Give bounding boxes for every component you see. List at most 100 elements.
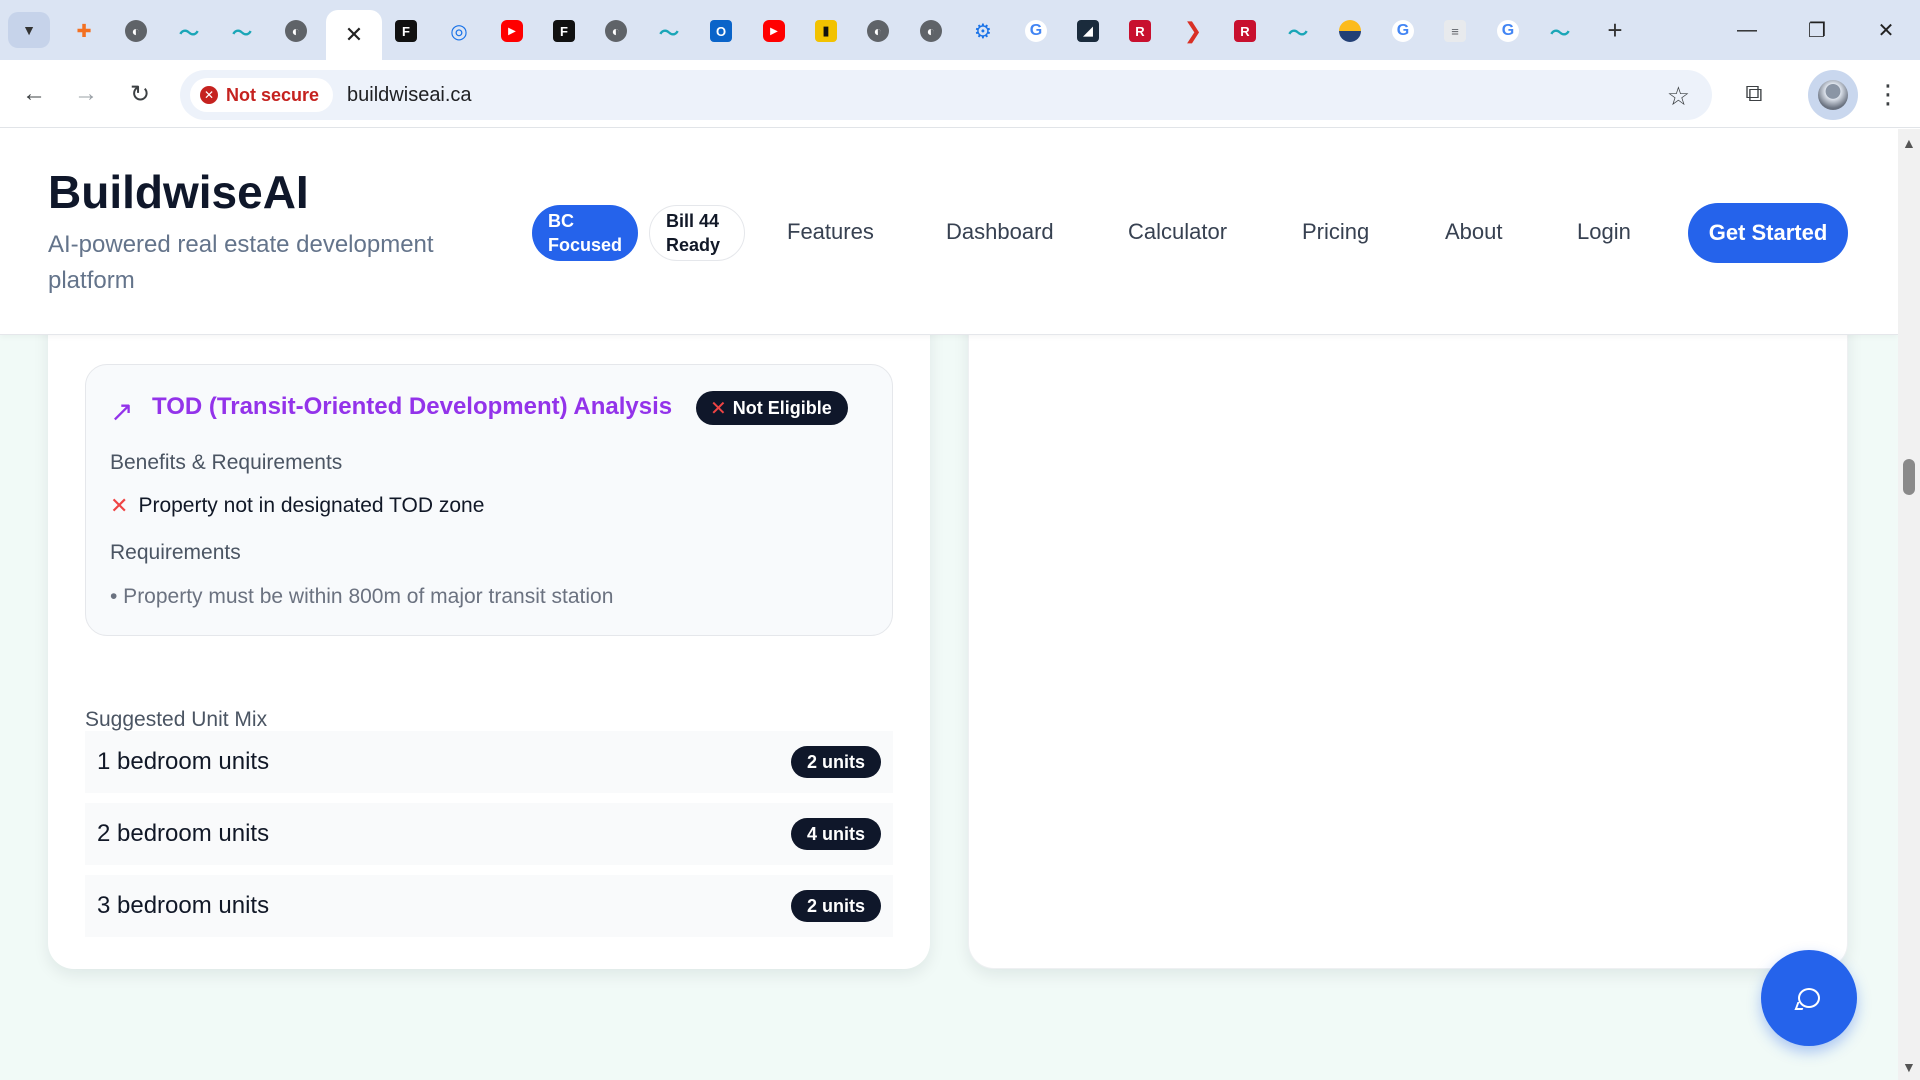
framer-icon: F [553,20,575,42]
tab-strip: ▼ ✚ ◐ 〜 〜 ◐ ✕ F ◎ ▶ F ◐ 〜 O ▶ ▮ ◐ ◐ ⚙ G … [0,0,1920,60]
nav-pricing[interactable]: Pricing [1302,219,1369,245]
bill-44-badge: Bill 44 Ready [649,205,745,261]
globe-icon: ◐ [285,20,307,42]
site-header: BuildwiseAI AI-powered real estate devel… [0,129,1898,335]
url-text[interactable]: buildwiseai.ca [347,84,472,107]
get-started-button[interactable]: Get Started [1688,203,1848,263]
new-tab-button[interactable]: + [1600,14,1630,46]
profile-avatar[interactable] [1808,70,1858,120]
nav-calculator[interactable]: Calculator [1128,219,1227,245]
youtube-icon: ▶ [763,20,785,42]
tab[interactable]: ◐ [270,10,322,52]
close-icon[interactable]: ✕ [345,22,363,48]
chat-button[interactable] [1761,950,1857,1046]
google-icon: G [1497,20,1519,42]
chat-bubble-icon [1798,988,1820,1008]
bc-gov-icon [1339,20,1361,42]
tab[interactable]: 〜 [216,10,268,52]
yellow-app-icon: ▮ [815,20,837,42]
restore-icon: ❐ [1808,19,1826,42]
nav-dashboard[interactable]: Dashboard [946,219,1054,245]
reload-icon: ↻ [129,80,151,108]
google-icon: G [1392,20,1414,42]
side-card [968,269,1848,969]
framer-icon: F [395,20,417,42]
wave-logo-icon: 〜 [232,22,252,45]
tab[interactable]: 〜 [1272,10,1324,52]
minimize-button[interactable]: — [1717,10,1777,50]
close-window-button[interactable]: ✕ [1856,10,1916,50]
tab[interactable]: R [1114,10,1166,52]
reload-button[interactable]: ↻ [120,74,160,114]
tab[interactable]: ◐ [110,10,162,52]
document-icon: ≡ [1444,20,1466,42]
tab[interactable]: ⚙ [957,10,1009,52]
chevron-down-icon: ▼ [22,22,36,38]
arrow-right-icon: → [74,80,98,107]
bookmark-star-icon[interactable]: ☆ [1667,81,1690,112]
scroll-up-icon[interactable]: ▲ [1902,135,1916,151]
outlook-icon: O [710,20,732,42]
realtor-r-icon: R [1129,20,1151,42]
tab[interactable]: ◐ [590,10,642,52]
badge-line: Focused [548,235,623,255]
restore-button[interactable]: ❐ [1787,10,1847,50]
google-icon: G [1025,20,1047,42]
tab[interactable]: ◢ [1062,10,1114,52]
tab[interactable]: ▶ [748,10,800,52]
tab[interactable]: G [1010,10,1062,52]
tab[interactable]: ▶ [486,10,538,52]
nav-login[interactable]: Login [1577,219,1631,245]
tab[interactable]: ✚ [58,10,110,52]
unit-mix-row: 3 bedroom units 2 units [85,875,893,937]
tab[interactable]: ❯ [1167,10,1219,52]
tab[interactable] [1324,10,1376,52]
tab[interactable]: 〜 [163,10,215,52]
puzzle-icon: ⧉ [1745,80,1763,107]
chart-icon: ◢ [1077,20,1099,42]
tab[interactable]: F [538,10,590,52]
tab[interactable]: ▮ [800,10,852,52]
nav-features[interactable]: Features [787,219,874,245]
tab[interactable]: 〜 [1534,10,1586,52]
tab[interactable]: ◐ [905,10,957,52]
back-button[interactable]: ← [14,74,54,114]
benefit-text: Property not in designated TOD zone [138,494,485,517]
page-scrollbar[interactable]: ▲ ▼ [1898,129,1920,1080]
tab-active[interactable]: ✕ [326,10,382,60]
tab[interactable]: ◎ [433,10,485,52]
unit-mix-row: 2 bedroom units 4 units [85,803,893,865]
avatar-image [1818,80,1848,110]
requirements-heading: Requirements [110,541,241,564]
scrollbar-thumb[interactable] [1903,459,1915,495]
tab[interactable]: G [1377,10,1429,52]
tab[interactable]: G [1482,10,1534,52]
tab-search-button[interactable]: ▼ [8,12,50,48]
wave-logo-icon: 〜 [1550,22,1570,45]
close-icon: ✕ [1877,19,1895,42]
extensions-button[interactable]: ⧉ [1734,74,1774,114]
forward-button[interactable]: → [66,74,106,114]
tab[interactable]: O [695,10,747,52]
scroll-down-icon[interactable]: ▼ [1902,1059,1916,1075]
tab[interactable]: R [1219,10,1271,52]
address-bar[interactable]: ✕ Not secure buildwiseai.ca ☆ [180,70,1712,120]
tab[interactable]: 〜 [643,10,695,52]
youtube-icon: ▶ [501,20,523,42]
bc-focused-badge: BC Focused [532,205,638,261]
arrow-left-icon: ← [22,80,46,107]
browser-menu-button[interactable]: ⋮ [1870,74,1906,114]
security-chip[interactable]: ✕ Not secure [190,78,334,112]
nav-about[interactable]: About [1445,219,1503,245]
benefit-item: ✕ Property not in designated TOD zone [110,493,484,519]
brand-title[interactable]: BuildwiseAI [48,165,309,219]
tab[interactable]: F [380,10,432,52]
plus-icon: + [1607,14,1623,45]
security-label: Not secure [226,84,320,105]
globe-icon: ◐ [125,20,147,42]
unit-type: 2 bedroom units [97,820,270,847]
tab[interactable]: ≡ [1429,10,1481,52]
tab[interactable]: ◐ [852,10,904,52]
globe-icon: ◐ [867,20,889,42]
badge-line: Ready [666,235,721,255]
